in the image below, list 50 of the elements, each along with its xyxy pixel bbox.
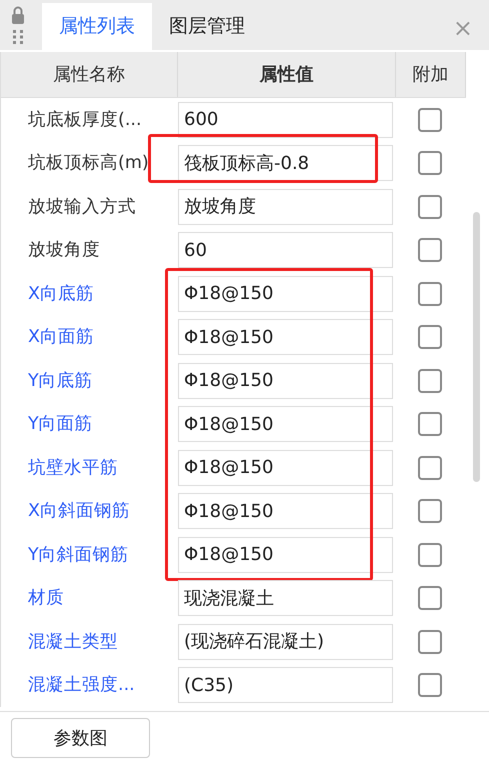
value-field[interactable]: 60 <box>178 232 393 268</box>
checkbox[interactable] <box>418 194 442 219</box>
checkbox[interactable] <box>418 412 442 436</box>
value-field[interactable]: Φ18@150 <box>178 450 393 486</box>
property-name: 混凝土强度... <box>27 674 136 698</box>
value-field[interactable]: (C35) <box>178 667 393 704</box>
checkbox[interactable] <box>418 325 442 350</box>
property-name: 坑壁水平筋 <box>27 456 119 480</box>
property-name: Y向底筋 <box>27 370 94 393</box>
value-field[interactable]: Φ18@150 <box>178 276 393 312</box>
checkbox[interactable] <box>418 282 442 306</box>
property-name: X向斜面钢筋 <box>27 500 131 524</box>
lock-drag-icon[interactable] <box>10 6 26 46</box>
property-name: 放坡角度 <box>27 239 101 262</box>
property-name: Y向面筋 <box>27 413 94 436</box>
value-field[interactable]: (现浇碎石混凝土) <box>178 624 393 660</box>
column-header: 附加 <box>396 52 466 97</box>
property-name: 混凝土类型 <box>27 630 119 654</box>
property-name: 放坡输入方式 <box>27 196 137 219</box>
property-name: 材质 <box>27 587 65 610</box>
property-name: Y向斜面钢筋 <box>27 544 130 567</box>
checkbox[interactable] <box>418 456 442 480</box>
diagram-button[interactable]: 参数图 <box>11 718 150 758</box>
checkbox[interactable] <box>418 368 442 393</box>
value-field[interactable]: 筏板顶标高-0.8 <box>178 145 393 182</box>
property-name: X向面筋 <box>27 326 95 350</box>
tab[interactable]: 属性列表 <box>42 3 152 50</box>
value-field[interactable]: Φ18@150 <box>178 319 393 356</box>
value-field[interactable]: 600 <box>178 102 393 138</box>
column-header: 属性值 <box>178 52 396 97</box>
checkbox[interactable] <box>418 586 442 610</box>
checkbox[interactable] <box>418 238 442 262</box>
property-name: 坑底板厚度(... <box>27 108 143 132</box>
value-field[interactable]: Φ18@150 <box>178 493 393 530</box>
property-name: X向底筋 <box>27 282 95 306</box>
checkbox[interactable] <box>418 108 442 132</box>
checkbox[interactable] <box>418 630 442 654</box>
value-field[interactable]: Φ18@150 <box>178 406 393 442</box>
checkbox[interactable] <box>418 673 442 698</box>
value-field[interactable]: 现浇混凝土 <box>178 580 393 616</box>
checkbox[interactable] <box>418 151 442 176</box>
value-field[interactable]: Φ18@150 <box>178 362 393 399</box>
scrollbar-thumb[interactable] <box>473 212 480 482</box>
value-field[interactable]: 放坡角度 <box>178 188 393 225</box>
checkbox[interactable] <box>418 542 442 567</box>
property-name: 坑板顶标高(m) <box>27 152 150 176</box>
column-header: 属性名称 <box>1 52 178 97</box>
value-field[interactable]: Φ18@150 <box>178 536 393 573</box>
tab[interactable]: 图层管理 <box>152 3 262 50</box>
checkbox[interactable] <box>418 499 442 524</box>
